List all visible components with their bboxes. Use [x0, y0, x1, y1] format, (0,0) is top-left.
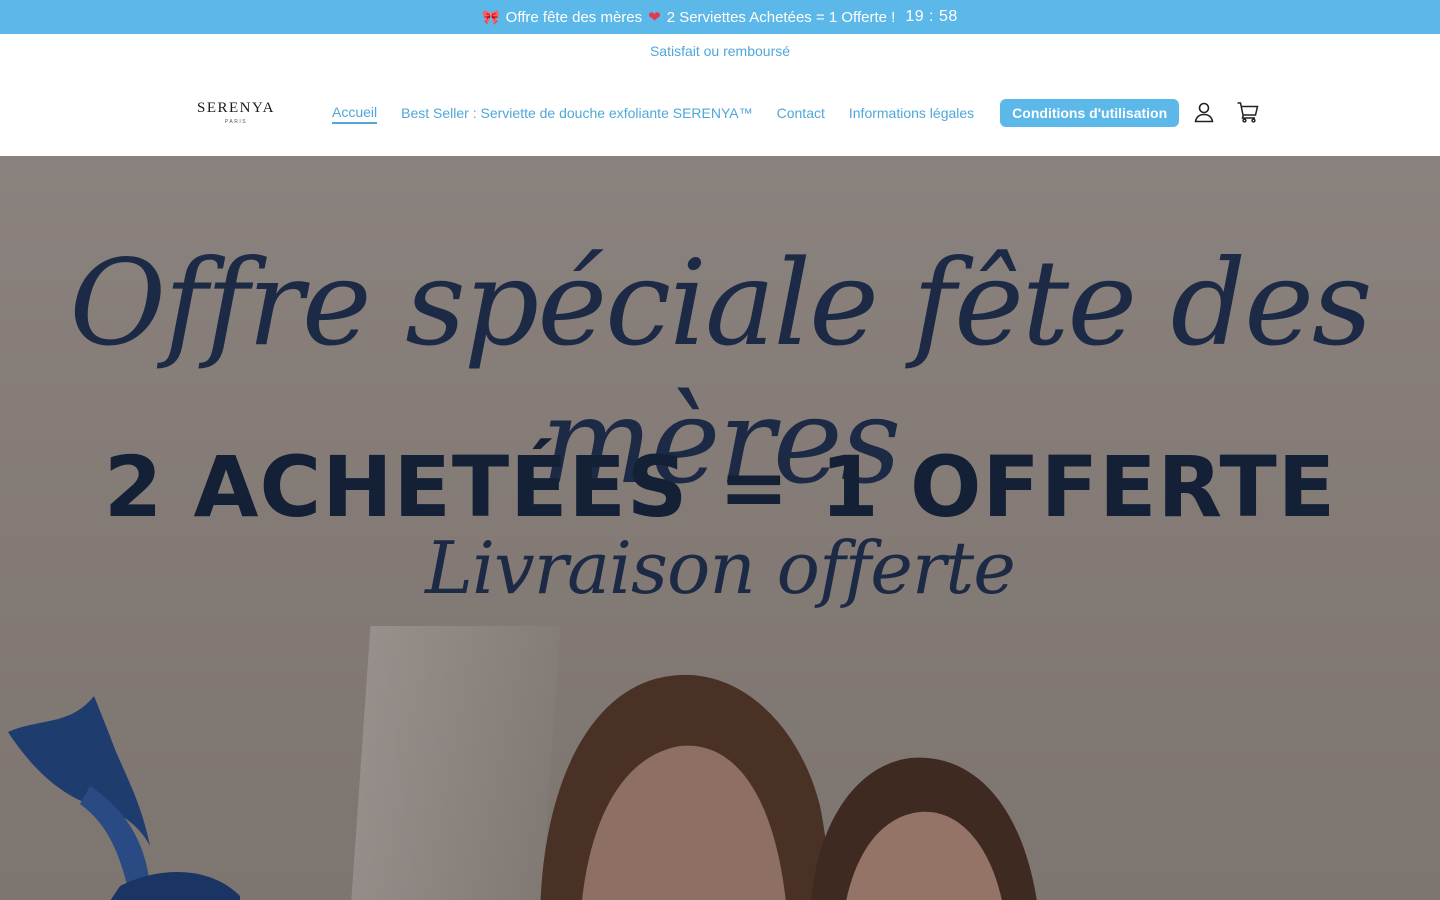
announcement-text-start: Offre fête des mères	[505, 8, 643, 26]
site-logo[interactable]: SERENYA PARIS	[196, 100, 276, 130]
ribbon-icon: 🎀	[482, 8, 500, 25]
main-nav: Accueil Best Seller : Serviette de douch…	[332, 99, 1203, 127]
cart-button[interactable]	[1236, 100, 1260, 124]
countdown-timer: 19 : 58	[905, 8, 958, 25]
guarantee-bar: Satisfait ou remboursé	[0, 34, 1440, 68]
user-icon	[1194, 102, 1214, 123]
cart-icon	[1237, 102, 1259, 123]
ribbon-decoration	[8, 696, 240, 900]
site-header: SERENYA PARIS Accueil Best Seller : Serv…	[0, 68, 1440, 156]
hero-photo-women	[540, 674, 1037, 900]
heart-icon: ❤	[648, 9, 661, 26]
logo-brand: SERENYA	[196, 100, 275, 116]
hero-shipping: Livraison offerte	[425, 526, 1016, 610]
nav-link-best-seller[interactable]: Best Seller : Serviette de douche exfoli…	[401, 103, 752, 123]
nav-link-terms[interactable]: Conditions d'utilisation	[1000, 99, 1180, 127]
nav-link-home[interactable]: Accueil	[332, 102, 378, 124]
nav-link-legal-info[interactable]: Informations légales	[849, 103, 974, 123]
account-button[interactable]	[1192, 100, 1216, 124]
hero-banner[interactable]: Offre spéciale fête des mères 2 ACHETÉES…	[0, 156, 1440, 900]
logo-city: PARIS	[224, 119, 248, 125]
hero-offer: 2 ACHETÉES = 1 OFFERTE	[103, 438, 1337, 536]
announcement-text-end: 2 Serviettes Achetées = 1 Offerte !	[666, 8, 896, 26]
guarantee-text: Satisfait ou remboursé	[649, 43, 791, 59]
announcement-bar: 🎀 Offre fête des mères ❤ 2 Serviettes Ache…	[0, 0, 1440, 34]
nav-link-contact[interactable]: Contact	[777, 103, 825, 123]
